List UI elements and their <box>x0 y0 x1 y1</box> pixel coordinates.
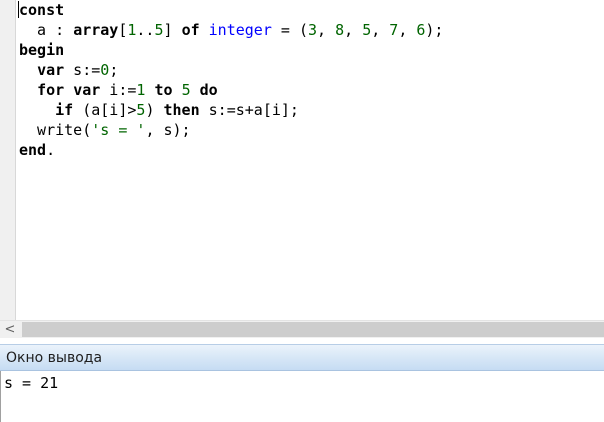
output-panel[interactable]: s = 21 <box>0 371 604 422</box>
code-token: then <box>163 101 200 119</box>
code-token: write( <box>19 121 92 139</box>
code-token: . <box>46 141 56 159</box>
code-line[interactable]: write('s = ', s); <box>19 120 443 140</box>
code-token: ); <box>425 21 444 39</box>
code-token: (a[i]> <box>73 101 137 119</box>
code-token: end <box>19 141 47 159</box>
code-editor[interactable]: const a : array[1..5] of integer = (3, 8… <box>0 0 604 320</box>
code-token: 7 <box>389 21 399 39</box>
code-token: 5 <box>154 21 164 39</box>
horizontal-scrollbar[interactable]: < <box>0 320 604 338</box>
code-line[interactable]: var s:=0; <box>19 60 443 80</box>
code-token: a : <box>19 21 74 39</box>
code-text[interactable]: const a : array[1..5] of integer = (3, 8… <box>18 0 443 160</box>
code-token: , s); <box>145 121 191 139</box>
code-token: 's = ' <box>91 121 146 139</box>
code-token: , <box>371 21 390 39</box>
output-text: s = 21 <box>4 374 59 392</box>
code-token: .. <box>136 21 155 39</box>
code-line[interactable]: a : array[1..5] of integer = (3, 8, 5, 7… <box>19 20 443 40</box>
code-token: , <box>344 21 363 39</box>
code-line[interactable]: for var i:=1 to 5 do <box>19 80 443 100</box>
code-line[interactable]: begin <box>19 40 443 60</box>
code-token: ; <box>109 61 119 79</box>
code-token: s:=s+a[i]; <box>199 101 299 119</box>
code-token: if <box>55 101 74 119</box>
code-token: to <box>154 81 173 99</box>
code-token: 0 <box>100 61 110 79</box>
code-token: ) <box>145 101 164 119</box>
code-token: 5 <box>362 21 372 39</box>
code-token: var <box>73 81 101 99</box>
output-panel-title: Окно вывода <box>6 349 103 366</box>
code-token: ] <box>163 21 182 39</box>
editor-gutter <box>0 0 15 320</box>
code-token: s:= <box>64 61 101 79</box>
pascal-ide-window: const a : array[1..5] of integer = (3, 8… <box>0 0 604 422</box>
code-token: , <box>398 21 417 39</box>
code-token: 5 <box>181 81 191 99</box>
scroll-left-icon[interactable]: < <box>0 321 20 338</box>
code-token: 3 <box>308 21 318 39</box>
code-token: i:= <box>100 81 137 99</box>
code-token: const <box>19 1 65 19</box>
code-token: , <box>317 21 336 39</box>
code-token: of <box>181 21 200 39</box>
code-line[interactable]: const <box>18 0 443 20</box>
code-token: 8 <box>335 21 345 39</box>
code-token: for <box>37 81 65 99</box>
code-token: = ( <box>271 21 308 39</box>
code-line[interactable]: end. <box>19 140 443 160</box>
code-token: begin <box>19 41 65 59</box>
code-line[interactable]: if (a[i]>5) then s:=s+a[i]; <box>19 100 443 120</box>
gutter-divider <box>15 0 16 320</box>
output-panel-header: Окно вывода <box>0 344 604 371</box>
code-token: var <box>37 61 65 79</box>
code-token: do <box>199 81 218 99</box>
code-token: array <box>73 21 119 39</box>
code-token: integer <box>208 21 272 39</box>
scrollbar-thumb[interactable] <box>22 322 604 337</box>
